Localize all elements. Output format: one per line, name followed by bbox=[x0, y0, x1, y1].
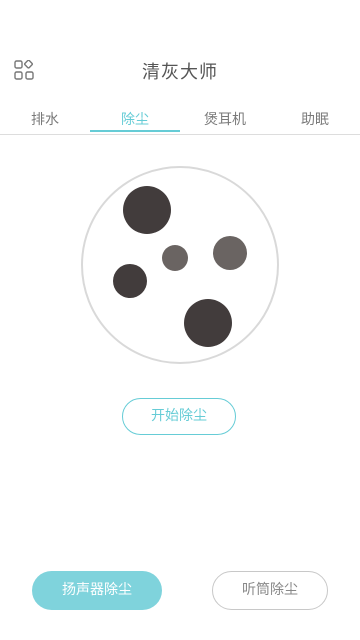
tab-bar: 排水 除尘 煲耳机 助眠 bbox=[0, 104, 360, 136]
dust-particle bbox=[123, 186, 171, 234]
tab-drain[interactable]: 排水 bbox=[0, 104, 90, 136]
dust-particle bbox=[113, 264, 147, 298]
start-dust-removal-button[interactable]: 开始除尘 bbox=[122, 398, 236, 435]
speaker-grille-illustration bbox=[81, 166, 279, 364]
tab-sleep-aid[interactable]: 助眠 bbox=[270, 104, 360, 136]
active-tab-indicator bbox=[90, 130, 180, 132]
earpiece-dust-removal-button[interactable]: 听筒除尘 bbox=[212, 571, 328, 610]
dust-particle bbox=[213, 236, 247, 270]
tab-burn-in-headphones[interactable]: 煲耳机 bbox=[180, 104, 270, 136]
page-title: 清灰大师 bbox=[142, 62, 218, 83]
tabs-divider bbox=[0, 134, 360, 135]
dust-particle bbox=[184, 299, 232, 347]
speaker-dust-removal-button[interactable]: 扬声器除尘 bbox=[32, 571, 162, 610]
dust-particle bbox=[162, 245, 188, 271]
